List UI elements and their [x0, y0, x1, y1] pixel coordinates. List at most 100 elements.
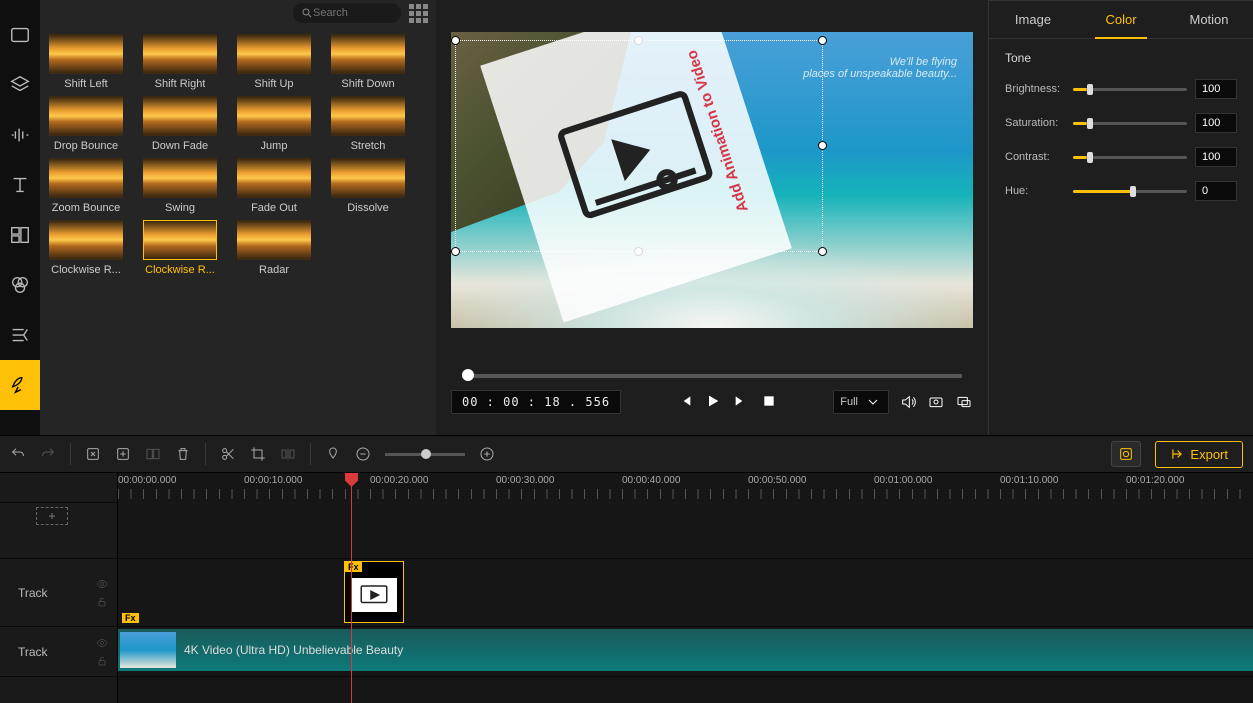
gallery-item-label: Shift Up: [254, 78, 293, 90]
track-lane-1[interactable]: Fx: [118, 559, 1253, 627]
eye-icon[interactable]: [95, 637, 109, 649]
gallery-grid: Shift Left Shift Right Shift Up Shift Down D…: [40, 26, 436, 284]
volume-icon[interactable]: [899, 394, 917, 410]
saturation-value[interactable]: 100: [1195, 113, 1237, 133]
grid-view-icon[interactable]: [409, 4, 428, 23]
ruler-mark: 00:00:50.000: [748, 473, 874, 503]
split-button[interactable]: [280, 446, 296, 462]
quality-select[interactable]: Full: [833, 390, 889, 414]
contrast-value[interactable]: 100: [1195, 147, 1237, 167]
brightness-value[interactable]: 100: [1195, 79, 1237, 99]
gallery-item[interactable]: Shift Up: [234, 34, 314, 90]
scrub-bar[interactable]: [462, 374, 962, 378]
detach-icon[interactable]: [955, 394, 973, 410]
next-frame-button[interactable]: [733, 393, 749, 412]
gallery-item-label: Clockwise R...: [51, 264, 121, 276]
playhead[interactable]: [351, 473, 352, 703]
lock-icon[interactable]: [95, 596, 109, 608]
media-icon[interactable]: [0, 10, 40, 60]
gallery-item[interactable]: Shift Left: [46, 34, 126, 90]
brightness-label: Brightness:: [1005, 83, 1065, 95]
time-ruler[interactable]: 00:00:00.00000:00:10.00000:00:20.00000:0…: [118, 473, 1253, 503]
gallery-item-label: Shift Right: [155, 78, 206, 90]
stop-button[interactable]: [761, 393, 777, 412]
gallery-item[interactable]: Drop Bounce: [46, 96, 126, 152]
prev-frame-button[interactable]: [677, 393, 693, 412]
ruler-mark: 00:01:00.000: [874, 473, 1000, 503]
zoom-out-button[interactable]: [355, 446, 371, 462]
track-header-1[interactable]: Track: [0, 559, 117, 627]
preview-panel: We'll be flying places of unspeakable be…: [436, 0, 988, 435]
search-input[interactable]: [313, 7, 393, 19]
video-clip-item[interactable]: Fx 4K Video (Ultra HD) Unbelievable Beau…: [118, 629, 1253, 671]
ruler-mark: 00:00:30.000: [496, 473, 622, 503]
gallery-panel: Shift Left Shift Right Shift Up Shift Down D…: [40, 0, 436, 435]
time-display: 00 : 00 : 18 . 556: [451, 390, 621, 414]
tool-3[interactable]: [145, 446, 161, 462]
gallery-item-label: Radar: [259, 264, 289, 276]
tool-1[interactable]: [85, 446, 101, 462]
audio-icon[interactable]: [0, 110, 40, 160]
tool-2[interactable]: [115, 446, 131, 462]
gallery-item[interactable]: Down Fade: [140, 96, 220, 152]
ruler-mark: 00:01:10.000: [1000, 473, 1126, 503]
lock-icon[interactable]: [95, 655, 109, 667]
gallery-item-label: Jump: [261, 140, 288, 152]
gallery-item-label: Dissolve: [347, 202, 389, 214]
gallery-item[interactable]: Shift Down: [328, 34, 408, 90]
gallery-item[interactable]: Jump: [234, 96, 314, 152]
filter-icon[interactable]: [0, 260, 40, 310]
text-icon[interactable]: [0, 160, 40, 210]
crop-button[interactable]: [250, 446, 266, 462]
gallery-item[interactable]: Shift Right: [140, 34, 220, 90]
track-header-2[interactable]: Track: [0, 627, 117, 677]
tab-image[interactable]: Image: [989, 1, 1077, 38]
brightness-slider[interactable]: [1073, 88, 1187, 91]
ruler-mark: 00:00:00.000: [118, 473, 244, 503]
zoom-in-button[interactable]: [479, 446, 495, 462]
hue-label: Hue:: [1005, 185, 1065, 197]
properties-panel: ImageColorMotion Tone Brightness:100 Sat…: [988, 0, 1253, 435]
gallery-item[interactable]: Swing: [140, 158, 220, 214]
saturation-slider[interactable]: [1073, 122, 1187, 125]
layers-icon[interactable]: [0, 60, 40, 110]
undo-button[interactable]: [10, 446, 26, 462]
preview-canvas[interactable]: We'll be flying places of unspeakable be…: [451, 32, 973, 328]
export-button[interactable]: Export: [1155, 441, 1243, 468]
play-button[interactable]: [705, 393, 721, 412]
side-icon-rail: [0, 0, 40, 435]
marker-button[interactable]: [325, 446, 341, 462]
gallery-item[interactable]: Clockwise R...: [46, 220, 126, 276]
redo-button[interactable]: [40, 446, 56, 462]
track-lane-2[interactable]: Fx 4K Video (Ultra HD) Unbelievable Beau…: [118, 627, 1253, 677]
gallery-item[interactable]: Clockwise R...: [140, 220, 220, 276]
gallery-item-label: Shift Down: [341, 78, 394, 90]
tab-motion[interactable]: Motion: [1165, 1, 1253, 38]
timeline-toolbar: Export: [0, 435, 1253, 473]
ruler-mark: 00:00:40.000: [622, 473, 748, 503]
eye-icon[interactable]: [95, 578, 109, 590]
hue-slider[interactable]: [1073, 190, 1187, 193]
snapshot-icon[interactable]: [927, 394, 945, 410]
gallery-item[interactable]: Stretch: [328, 96, 408, 152]
gallery-item[interactable]: Radar: [234, 220, 314, 276]
contrast-slider[interactable]: [1073, 156, 1187, 159]
render-button[interactable]: [1111, 441, 1141, 467]
track-lane-blank[interactable]: [118, 503, 1253, 559]
search-box[interactable]: [293, 3, 401, 23]
fx-badge: Fx: [122, 613, 139, 623]
tab-color[interactable]: Color: [1077, 1, 1165, 38]
cut-button[interactable]: [220, 446, 236, 462]
hue-value[interactable]: 0: [1195, 181, 1237, 201]
delete-button[interactable]: [175, 446, 191, 462]
gallery-item[interactable]: Fade Out: [234, 158, 314, 214]
template-icon[interactable]: [0, 210, 40, 260]
gallery-item-label: Fade Out: [251, 202, 297, 214]
animation-icon[interactable]: [0, 360, 40, 410]
add-track-button[interactable]: +: [36, 507, 68, 525]
zoom-slider[interactable]: [385, 453, 465, 456]
transition-icon[interactable]: [0, 310, 40, 360]
gallery-item[interactable]: Dissolve: [328, 158, 408, 214]
gallery-item[interactable]: Zoom Bounce: [46, 158, 126, 214]
overlay-clip-item[interactable]: Fx: [344, 561, 404, 623]
